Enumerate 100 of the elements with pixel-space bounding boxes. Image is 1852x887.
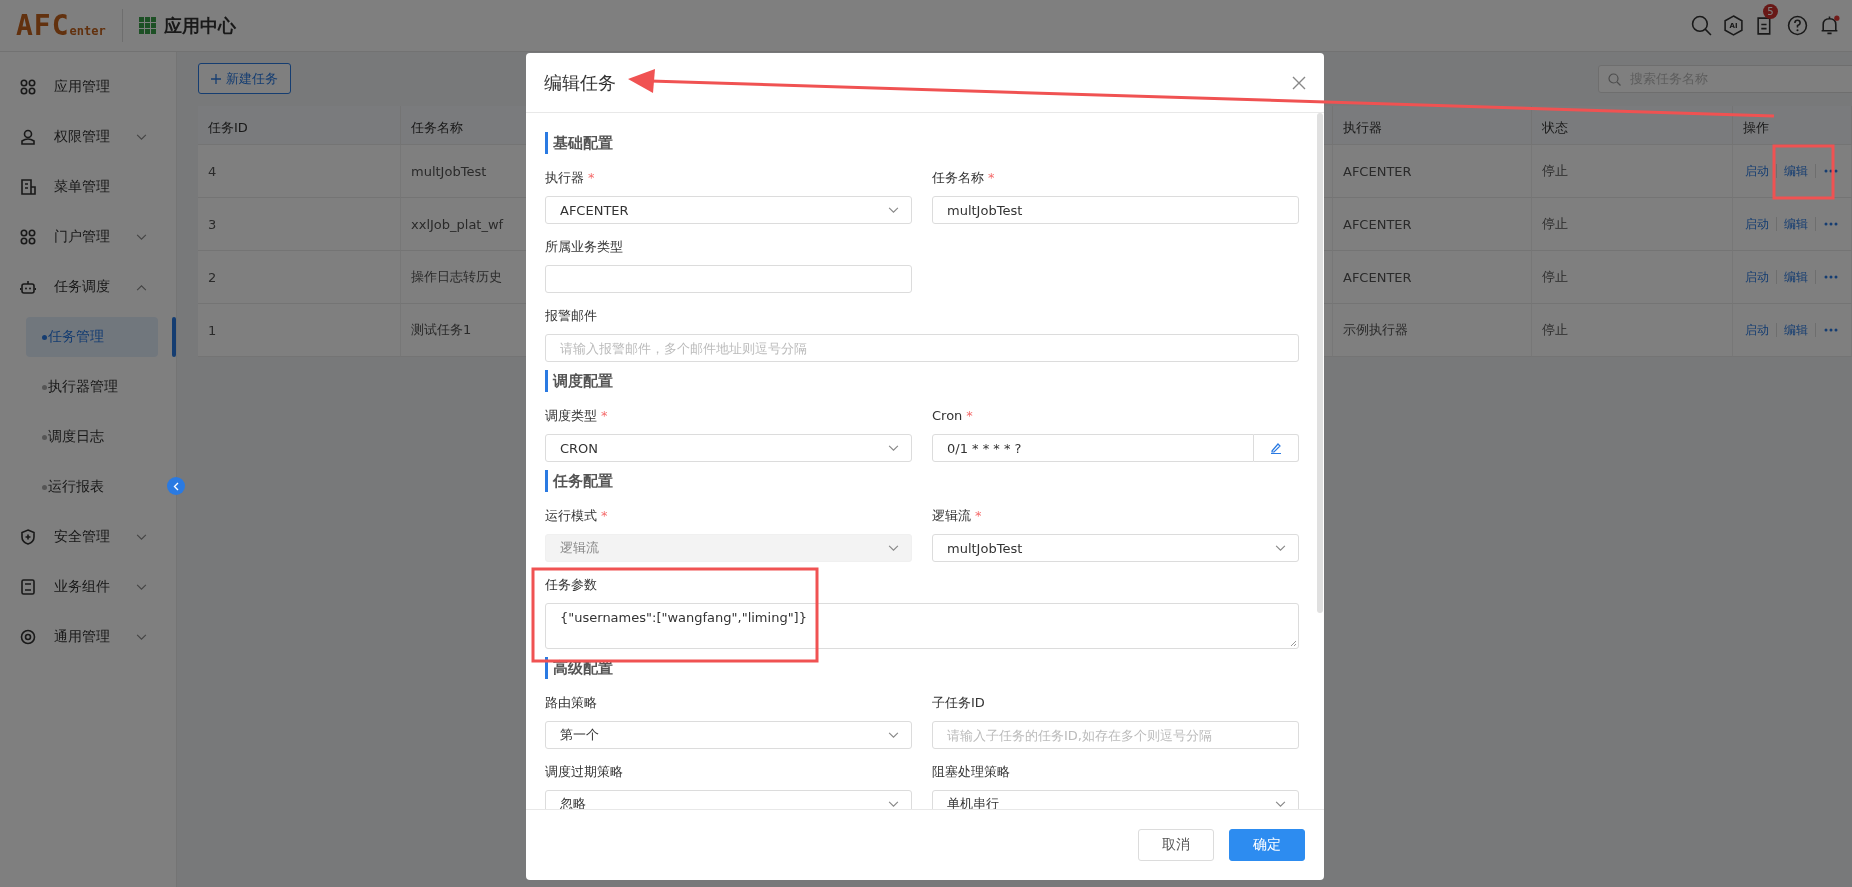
action-link[interactable]: 启动 [1745, 270, 1777, 284]
field-label: 调度过期策略 [545, 764, 623, 779]
select-field[interactable]: CRON [545, 434, 912, 462]
field-label: 任务名称 [932, 170, 984, 185]
text-area[interactable]: {"usernames":["wangfang","liming"]} [545, 603, 1299, 649]
more-icon[interactable] [1824, 169, 1838, 173]
document-icon [20, 179, 36, 195]
table-cell: 3 [198, 198, 401, 251]
field-label: 路由策略 [545, 695, 597, 710]
search-icon [1608, 72, 1621, 86]
chevron-icon [888, 544, 899, 552]
column-header: 执行器 [1333, 106, 1532, 145]
field-label: 运行模式 [545, 508, 597, 523]
more-icon[interactable] [1824, 275, 1838, 279]
sidebar-subitem[interactable]: 调度日志 [26, 412, 158, 462]
close-icon[interactable] [1292, 75, 1306, 90]
sidebar-item[interactable]: 菜单管理 [0, 162, 176, 212]
help-icon[interactable] [1787, 15, 1808, 36]
field-label: 报警邮件 [545, 308, 597, 323]
edit-button[interactable] [1254, 434, 1299, 462]
cancel-button[interactable]: 取消 [1138, 829, 1214, 861]
field-label: 调度类型 [545, 408, 597, 423]
input-field[interactable]: multJobTest [932, 196, 1299, 224]
chevron-icon [1275, 544, 1286, 552]
sidebar-item[interactable]: 门户管理 [0, 212, 176, 262]
more-icon[interactable] [1824, 328, 1838, 332]
action-link[interactable]: 启动 [1745, 164, 1777, 178]
field-label: 阻塞处理策略 [932, 764, 1010, 779]
action-link[interactable]: 启动 [1745, 323, 1777, 337]
dialog-title: 编辑任务 [544, 70, 616, 95]
app-title: 应用中心 [163, 13, 236, 38]
grid-icon [138, 17, 156, 34]
input-field[interactable]: 请输入子任务的任务ID,如存在多个则逗号分隔 [932, 721, 1299, 749]
sidebar-item[interactable]: 业务组件 [0, 562, 176, 612]
required-mark: * [966, 408, 973, 423]
select-field[interactable]: 第一个 [545, 721, 912, 749]
sidebar-subitem[interactable]: 运行报表 [26, 462, 158, 512]
new-task-button[interactable]: 新建任务 [198, 63, 291, 94]
select-field[interactable]: 忽略 [545, 790, 912, 809]
chevron-left-icon [173, 481, 179, 491]
input-field[interactable]: 0/1 * * * * ? [932, 434, 1254, 462]
input-field[interactable] [545, 265, 912, 293]
required-mark: * [588, 170, 595, 185]
action-link[interactable]: 编辑 [1777, 323, 1816, 337]
sidebar-item[interactable]: 安全管理 [0, 512, 176, 562]
sidebar-subitem[interactable]: 任务管理 [26, 317, 158, 357]
column-header: 状态 [1532, 106, 1733, 145]
table-cell: 4 [198, 145, 401, 198]
field-label: 子任务ID [932, 695, 985, 710]
section-title: 调度配置 [545, 370, 1299, 392]
collapse-button[interactable] [167, 477, 185, 495]
chevron-icon [888, 731, 899, 739]
chevron-icon [1275, 800, 1286, 808]
chevron-icon [888, 800, 899, 808]
search-icon[interactable] [1691, 15, 1712, 36]
field-label: 所属业务类型 [545, 239, 623, 254]
table-cell: 停止 [1532, 304, 1733, 357]
column-header: 操作 [1733, 106, 1852, 145]
sidebar-item[interactable]: 通用管理 [0, 612, 176, 662]
select-field[interactable]: 单机串行 [932, 790, 1299, 809]
field-label: 逻辑流 [932, 508, 971, 523]
action-link[interactable]: 启动 [1745, 217, 1777, 231]
table-cell: 2 [198, 251, 401, 304]
action-link[interactable]: 编辑 [1777, 217, 1816, 231]
bell-icon[interactable] [1819, 15, 1840, 36]
notification-badge: 5 [1763, 4, 1778, 19]
select-field[interactable]: AFCENTER [545, 196, 912, 224]
ring-icon [20, 629, 36, 645]
column-header: 任务ID [198, 106, 401, 145]
required-mark: * [601, 408, 608, 423]
more-icon[interactable] [1824, 222, 1838, 226]
input-field[interactable]: 请输入报警邮件，多个邮件地址则逗号分隔 [545, 334, 1299, 362]
card-icon [20, 579, 36, 595]
scrollbar[interactable] [1317, 113, 1323, 613]
field-label: Cron [932, 408, 963, 423]
table-cell: AFCENTER [1333, 145, 1532, 198]
select-field[interactable]: multJobTest [932, 534, 1299, 562]
required-mark: * [988, 170, 995, 185]
field-label: 任务参数 [545, 577, 597, 592]
sidebar-item[interactable]: 权限管理 [0, 112, 176, 162]
selection-indicator [172, 317, 176, 357]
confirm-button[interactable]: 确定 [1229, 829, 1305, 861]
sidebar-subitem[interactable]: 执行器管理 [26, 362, 158, 412]
sidebar-item[interactable]: 应用管理 [0, 62, 176, 112]
resize-grip-icon [1290, 640, 1297, 647]
table-cell: 停止 [1532, 251, 1733, 304]
plus-icon [211, 73, 221, 84]
apps-icon [20, 79, 36, 95]
highlight-box [1772, 144, 1835, 200]
shield-icon [20, 529, 36, 545]
chevron-icon [888, 206, 899, 214]
table-cell: 停止 [1532, 145, 1733, 198]
chevron-icon [888, 444, 899, 452]
action-link[interactable]: 编辑 [1777, 270, 1816, 284]
logo: AFCenter [16, 9, 123, 42]
action-link[interactable]: 编辑 [1777, 164, 1816, 178]
sidebar-item[interactable]: 任务调度 [0, 262, 176, 312]
robot-icon [20, 279, 36, 295]
table-cell: AFCENTER [1333, 198, 1532, 251]
section-title: 任务配置 [545, 470, 1299, 492]
